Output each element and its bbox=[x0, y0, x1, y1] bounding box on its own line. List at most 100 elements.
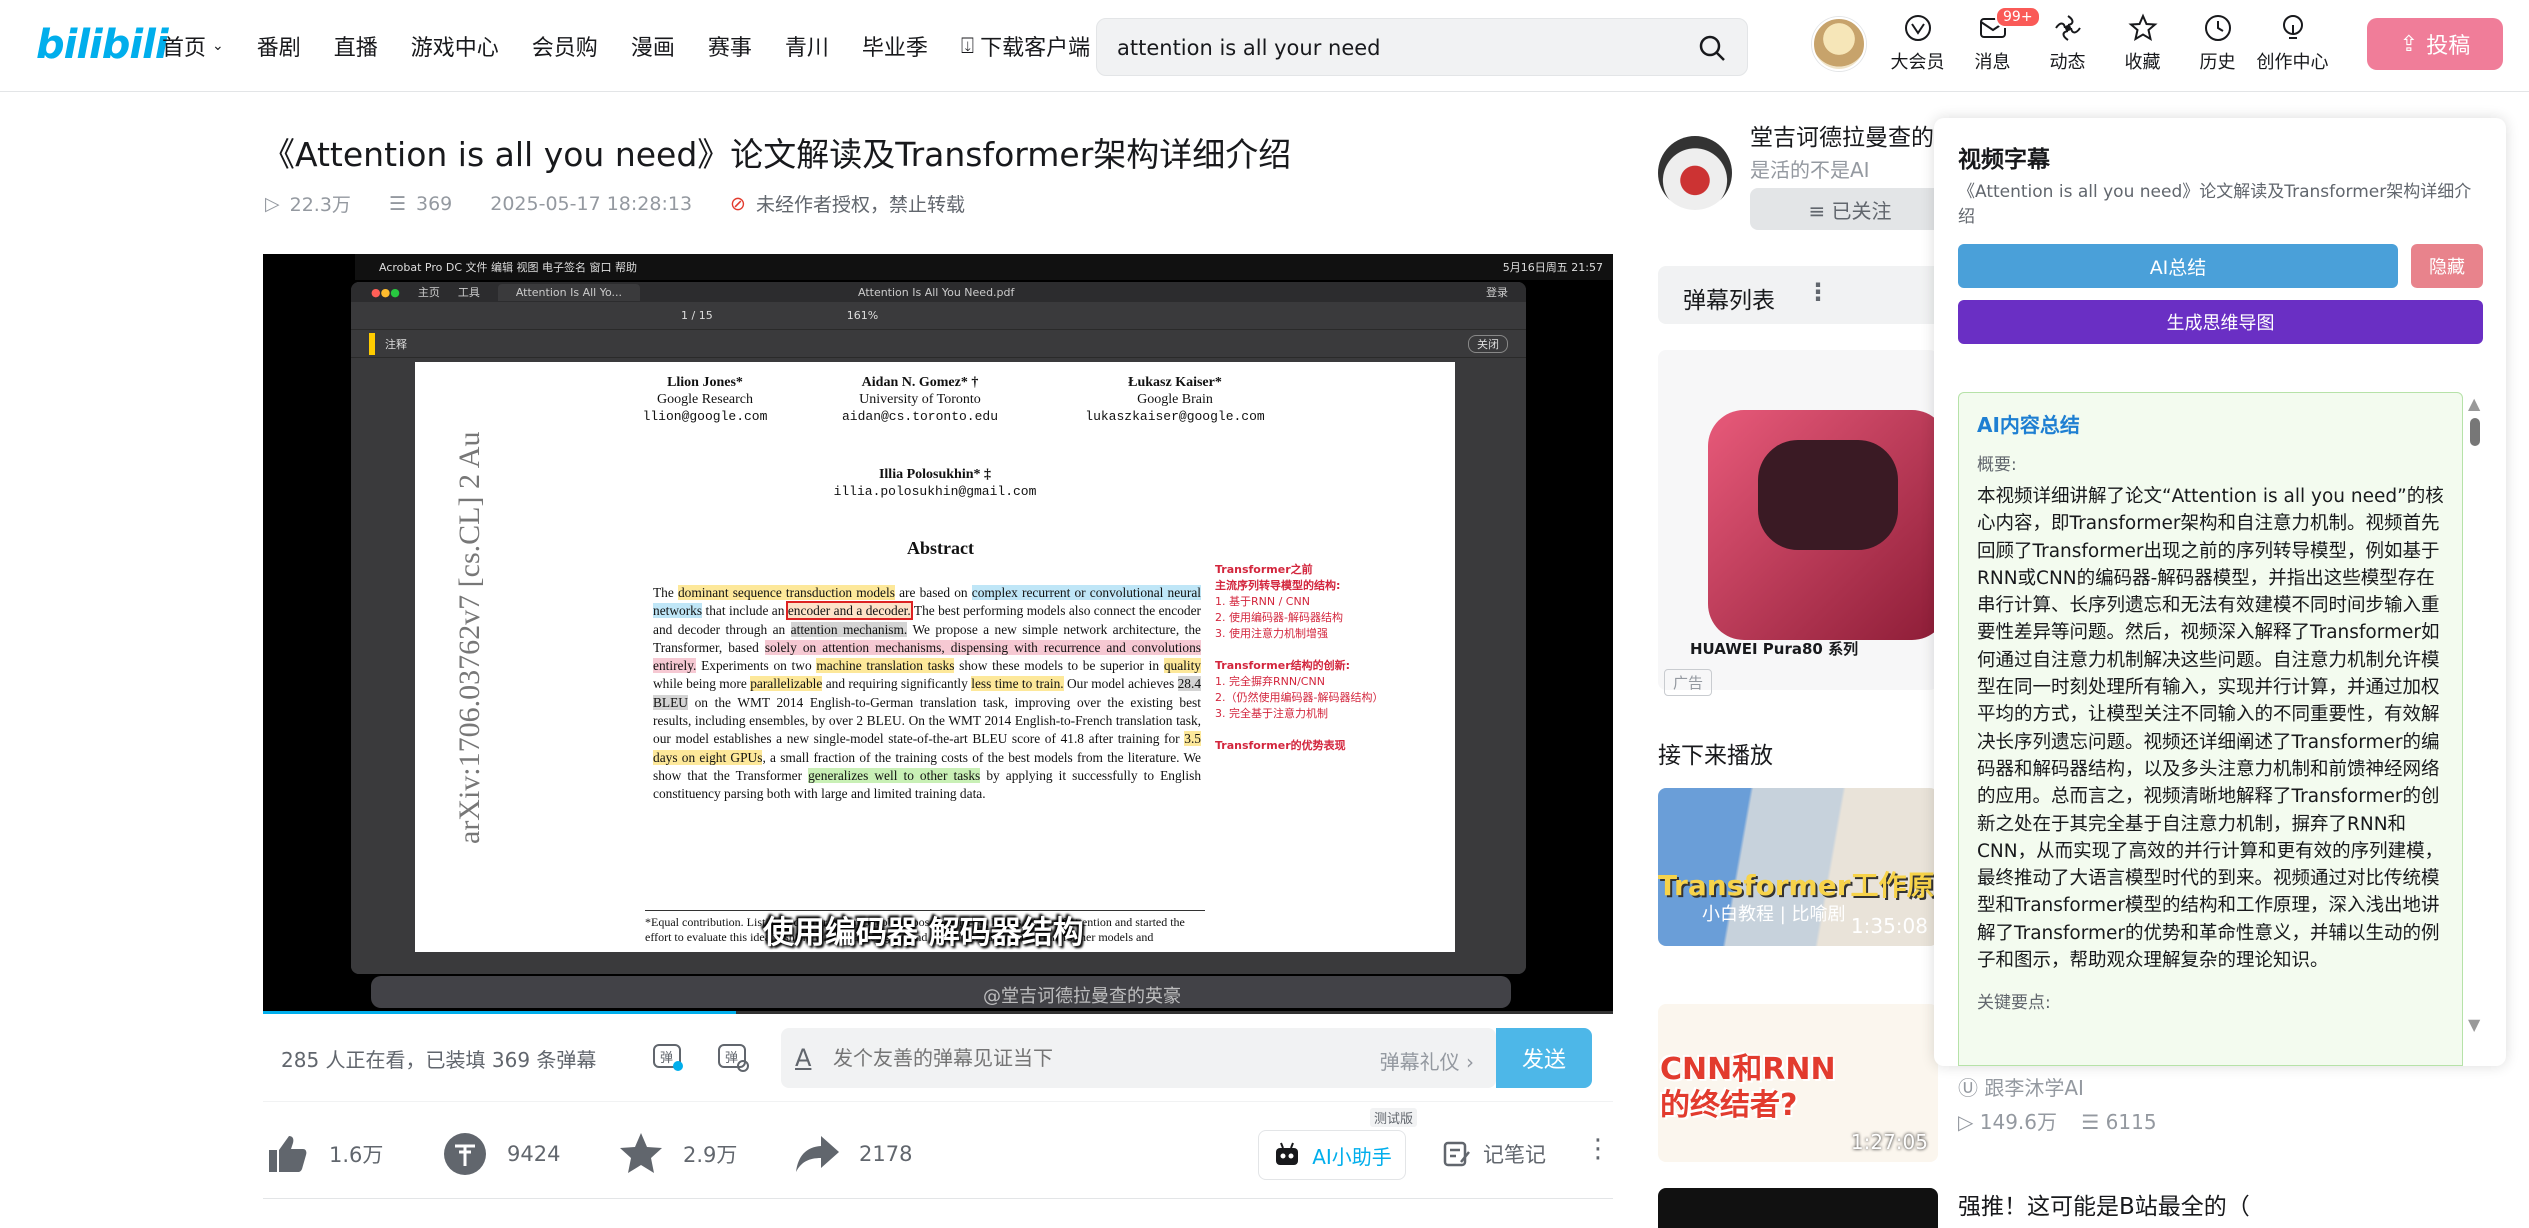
nav-bangumi[interactable]: 番剧 bbox=[257, 30, 301, 62]
uploader-description: 是活的不是AI bbox=[1750, 158, 1870, 182]
video-actions: 1.6万 9424 2.9万 2178 AI小助手 测试版 记笔记 ⋮ bbox=[263, 1108, 1613, 1192]
scrollbar-thumb[interactable] bbox=[2470, 418, 2480, 446]
divider bbox=[263, 1198, 1613, 1199]
danmaku-count-icon: ☰ bbox=[2081, 1110, 2100, 1134]
author-gomez: Aidan N. Gomez* † University of Toronto … bbox=[810, 374, 1030, 425]
recommended-stats: ▷ 149.6万 ☰ 6115 bbox=[1958, 1106, 2157, 1135]
search-icon[interactable] bbox=[1697, 33, 1727, 63]
download-client-label: 下载客户端 bbox=[980, 36, 1091, 61]
acrobat-tab-document: Attention Is All Yo... bbox=[497, 283, 640, 301]
generate-mindmap-button[interactable]: 生成思维导图 bbox=[1958, 300, 2483, 344]
coin-icon bbox=[444, 1133, 486, 1175]
more-options-icon[interactable]: ⋮ bbox=[1585, 1134, 1611, 1164]
nav-mall[interactable]: 会员购 bbox=[532, 30, 598, 62]
ai-assistant-button[interactable]: AI小助手 bbox=[1258, 1130, 1406, 1180]
search-bar bbox=[1096, 18, 1748, 76]
note-line: Transformer结构的创新: bbox=[1215, 659, 1351, 672]
abstract-text: and requiring significantly bbox=[822, 676, 972, 692]
share-button[interactable]: 2178 bbox=[793, 1130, 912, 1178]
acrobat-left-rail bbox=[351, 358, 387, 974]
take-notes-button[interactable]: 记笔记 bbox=[1441, 1138, 1546, 1170]
recommended-video-thumbnail[interactable]: CNN和RNN 的终结者? 1:27:05 bbox=[1658, 1004, 1938, 1162]
annotation-label: 注释 bbox=[385, 337, 407, 351]
play-count: 22.3万 bbox=[289, 194, 351, 216]
danmaku-style-icon[interactable]: A bbox=[795, 1044, 811, 1072]
favorite-entry[interactable]: 收藏 bbox=[2105, 12, 2180, 74]
favorite-button[interactable]: 2.9万 bbox=[617, 1130, 737, 1178]
arxiv-stamp: arXiv:1706.03762v7 [cs.CL] 2 Au bbox=[435, 372, 486, 844]
no-repost-icon: ⊘ bbox=[730, 192, 746, 215]
danmaku-etiquette-link[interactable]: 弹幕礼仪 › bbox=[1380, 1046, 1474, 1075]
arxiv-id: arXiv:1706.03762v7 [cs.CL] 2 Au bbox=[453, 431, 486, 844]
danmaku-list-toggle[interactable]: 弹幕列表 ⋮ bbox=[1658, 266, 1948, 324]
author-org: Google Brain bbox=[1137, 392, 1213, 407]
subtitle-panel-title: 视频字幕 bbox=[1958, 147, 2050, 173]
acrobat-right-rail bbox=[1486, 358, 1526, 974]
coin-button[interactable]: 9424 bbox=[441, 1130, 560, 1178]
ai-summary-box: AI内容总结 概要: 本视频详细讲解了论文“Attention is all y… bbox=[1958, 392, 2463, 1066]
follow-button[interactable]: ≡ 已关注 bbox=[1750, 188, 1950, 230]
history-entry[interactable]: 历史 bbox=[2180, 12, 2255, 74]
uploader-name[interactable]: 堂吉诃德拉曼查的 bbox=[1750, 118, 1934, 152]
scroll-down-icon[interactable]: ▼ bbox=[2468, 1015, 2480, 1034]
robot-icon bbox=[1276, 1142, 1299, 1165]
nav-qingchuan[interactable]: 青川 bbox=[785, 30, 829, 62]
summary-scrollbar[interactable]: ▲ ▼ bbox=[2464, 394, 2486, 1034]
recommended-video-title[interactable]: 强推！这可能是B站最全的（ bbox=[1958, 1187, 2250, 1221]
nav-manga[interactable]: 漫画 bbox=[631, 30, 675, 62]
nav-esports[interactable]: 赛事 bbox=[708, 30, 752, 62]
bilibili-logo[interactable]: bilibili bbox=[36, 22, 169, 68]
acrobat-login: 登录 bbox=[1486, 286, 1508, 299]
star-icon bbox=[620, 1133, 662, 1173]
hide-button[interactable]: 隐藏 bbox=[2411, 244, 2483, 288]
uploader-avatar[interactable] bbox=[1658, 136, 1732, 210]
ad-banner[interactable]: HUAWEI Pura80 系列 bbox=[1658, 350, 1938, 690]
danmaku-input[interactable] bbox=[833, 1042, 1333, 1074]
take-notes-label: 记笔记 bbox=[1483, 1143, 1546, 1167]
abstract-text: on the WMT 2014 English-to-German transl… bbox=[653, 694, 1201, 747]
header-right-icons: 大会员 99+ 消息 动态 收藏 历史 创作中心 bbox=[1880, 6, 2330, 74]
recommended-uploader-name: 跟李沐学AI bbox=[1984, 1076, 2084, 1100]
share-count: 2178 bbox=[859, 1142, 913, 1166]
recommended-video-thumbnail[interactable] bbox=[1658, 1188, 1938, 1228]
nav-game-center[interactable]: 游戏中心 bbox=[411, 30, 499, 62]
scroll-up-icon[interactable]: ▲ bbox=[2468, 394, 2480, 413]
search-input[interactable] bbox=[1117, 33, 1657, 63]
upload-label: 投稿 bbox=[2426, 34, 2471, 59]
annotation-close: 关闭 bbox=[1468, 334, 1508, 353]
danmaku-toggle-icon[interactable]: 弹 bbox=[651, 1040, 685, 1074]
recommended-danmaku: 6115 bbox=[2105, 1110, 2157, 1134]
play-count-icon: ▷ bbox=[265, 192, 280, 215]
creator-center-entry[interactable]: 创作中心 bbox=[2255, 12, 2330, 74]
nav-home[interactable]: 首页 ⌄ bbox=[162, 30, 224, 62]
more-vertical-icon[interactable]: ⋮ bbox=[1806, 278, 1830, 306]
user-avatar[interactable] bbox=[1812, 17, 1866, 71]
danmaku-settings-icon[interactable]: 弹 bbox=[716, 1040, 750, 1074]
danmaku-status: 285 人正在看，已装填 369 条弹幕 bbox=[281, 1048, 597, 1072]
ai-summary-heading: AI内容总结 bbox=[1977, 413, 2080, 437]
danmaku-send-button[interactable]: 发送 bbox=[1496, 1028, 1592, 1088]
vip-entry[interactable]: 大会员 bbox=[1880, 12, 1955, 74]
nav-live[interactable]: 直播 bbox=[334, 30, 378, 62]
video-player[interactable]: Acrobat Pro DC 文件 编辑 视图 电子签名 窗口 帮助 5月16日… bbox=[263, 254, 1613, 1014]
abstract-text: show these models to be superior in bbox=[954, 658, 1164, 674]
dynamic-entry[interactable]: 动态 bbox=[2030, 12, 2105, 74]
author-name: Llion Jones* bbox=[667, 375, 743, 390]
up-next-heading: 接下来播放 bbox=[1658, 743, 1773, 769]
message-entry[interactable]: 99+ 消息 bbox=[1955, 6, 2041, 74]
thumbnail-subtitle: 小白教程 | 比喻剧 bbox=[1702, 904, 1846, 925]
svg-text:弹: 弹 bbox=[725, 1051, 738, 1066]
nav-download-client[interactable]: ⍗ 下载客户端 bbox=[961, 30, 1090, 62]
main-nav: 首页 ⌄ 番剧 直播 游戏中心 会员购 漫画 赛事 青川 毕业季 ⍗ 下载客户端 bbox=[162, 30, 1123, 62]
note-line: 3. 完全基于注意力机制 bbox=[1215, 707, 1328, 720]
upload-button[interactable]: ⇪ 投稿 bbox=[2367, 18, 2503, 70]
recommended-uploader[interactable]: Ⓤ 跟李沐学AI bbox=[1958, 1072, 2084, 1101]
nav-graduation[interactable]: 毕业季 bbox=[862, 30, 928, 62]
abstract-text: that include an bbox=[702, 603, 788, 619]
ai-summary-button[interactable]: AI总结 bbox=[1958, 244, 2398, 288]
mac-menubar: Acrobat Pro DC 文件 编辑 视图 电子签名 窗口 帮助 5月16日… bbox=[355, 254, 1613, 280]
like-button[interactable]: 1.6万 bbox=[263, 1130, 383, 1178]
author-name: Łukasz Kaiser* bbox=[1128, 375, 1222, 390]
acrobat-file-name: Attention Is All You Need.pdf bbox=[857, 285, 1015, 299]
recommended-video-thumbnail[interactable]: Transformer工作原理 小白教程 | 比喻剧 1:35:08 bbox=[1658, 788, 1938, 946]
